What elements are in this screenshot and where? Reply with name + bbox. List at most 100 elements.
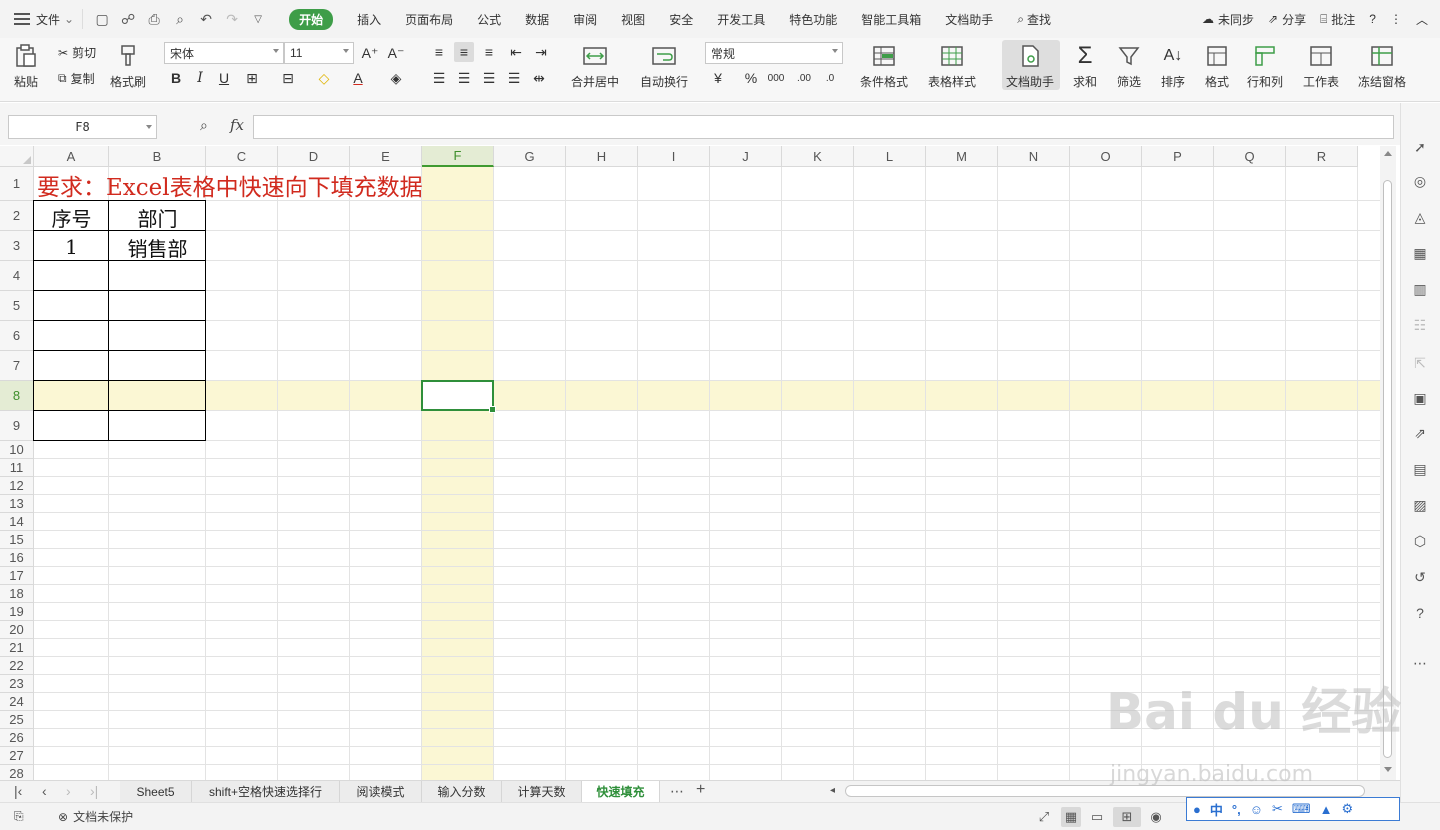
sum-button[interactable]: Σ 求和 — [1071, 42, 1099, 90]
hscroll-left-icon[interactable]: ◂ — [830, 785, 835, 796]
row-header-10[interactable]: 10 — [0, 441, 34, 459]
row-header-5[interactable]: 5 — [0, 291, 34, 321]
ime-mode[interactable]: 中 — [1210, 800, 1223, 819]
table-style-button[interactable]: 表格样式 — [928, 42, 976, 90]
column-header-q[interactable]: Q — [1214, 146, 1286, 167]
collapse-ribbon-icon[interactable]: ︿ — [1416, 11, 1428, 28]
column-header-n[interactable]: N — [998, 146, 1070, 167]
sheet-tab-fraction[interactable]: 输入分数 — [422, 781, 502, 802]
sheet-tab-shift-space[interactable]: shift+空格快速选择行 — [192, 781, 340, 802]
column-header-f[interactable]: F — [422, 146, 494, 167]
cell-b2-dept-header[interactable]: 部门 — [109, 202, 206, 232]
copy-button[interactable]: ⧉ 复制 — [58, 70, 95, 87]
save-icon[interactable]: ▢ — [93, 10, 111, 28]
name-box[interactable]: F8 — [8, 115, 157, 139]
image-icon[interactable]: ▨ — [1410, 495, 1430, 515]
select-all-corner[interactable] — [0, 146, 34, 167]
number-format-select[interactable]: 常规 — [705, 42, 843, 64]
column-header-i[interactable]: I — [638, 146, 710, 167]
row-header-18[interactable]: 18 — [0, 585, 34, 603]
worksheet-button[interactable]: 工作表 — [1303, 42, 1339, 90]
sheet-status-icon[interactable]: ⎘ — [14, 809, 24, 824]
undo-icon[interactable]: ↶ — [197, 10, 215, 28]
sheet-tab-quick-fill[interactable]: 快速填充 — [582, 781, 660, 802]
row-header-12[interactable]: 12 — [0, 477, 34, 495]
ime-punct-icon[interactable]: °, — [1232, 802, 1241, 817]
row-header-4[interactable]: 4 — [0, 261, 34, 291]
wrap-text-button[interactable]: 自动换行 — [640, 42, 688, 90]
column-header-h[interactable]: H — [566, 146, 638, 167]
row-header-19[interactable]: 19 — [0, 603, 34, 621]
cell-b3-dept[interactable]: 销售部 — [109, 232, 206, 262]
add-sheet-icon[interactable]: + — [696, 781, 705, 799]
increase-indent-icon[interactable]: ⇥ — [531, 42, 551, 62]
row-header-16[interactable]: 16 — [0, 549, 34, 567]
apps-icon[interactable]: ▦ — [1410, 243, 1430, 263]
row-header-11[interactable]: 11 — [0, 459, 34, 477]
column-header-b[interactable]: B — [109, 146, 206, 167]
column-header-k[interactable]: K — [782, 146, 854, 167]
bold-icon[interactable]: B — [166, 68, 186, 88]
scroll-up-icon[interactable] — [1384, 151, 1392, 156]
thousands-icon[interactable]: 000 — [766, 68, 786, 88]
more-sheets-icon[interactable]: ⋯ — [670, 783, 684, 800]
shapes-icon[interactable]: ◎ — [1410, 171, 1430, 191]
row-header-8[interactable]: 8 — [0, 381, 34, 411]
prev-sheet-icon[interactable]: ‹ — [42, 783, 47, 799]
fill-color-icon[interactable]: ◇ — [314, 68, 334, 88]
format-painter-button[interactable]: 格式刷 — [110, 42, 146, 90]
sheet-tab-days[interactable]: 计算天数 — [502, 781, 582, 802]
ime-user-icon[interactable]: ● — [1193, 802, 1201, 817]
filter-button[interactable]: 筛选 — [1115, 42, 1143, 90]
more-dots-icon[interactable]: ⋯ — [1410, 653, 1430, 673]
row-header-22[interactable]: 22 — [0, 657, 34, 675]
ime-keyboard-icon[interactable]: ⌨ — [1292, 801, 1311, 817]
tab-home[interactable]: 开始 — [277, 0, 345, 38]
column-header-j[interactable]: J — [710, 146, 782, 167]
pointer-icon[interactable]: ➚ — [1410, 137, 1430, 157]
increase-font-icon[interactable]: A⁺ — [360, 43, 380, 63]
row-header-15[interactable]: 15 — [0, 531, 34, 549]
eye-protection-icon[interactable]: ◉ — [1146, 807, 1166, 827]
column-header-l[interactable]: L — [854, 146, 926, 167]
align-right-icon[interactable]: ☰ — [479, 68, 499, 88]
column-header-p[interactable]: P — [1142, 146, 1214, 167]
tab-view[interactable]: 视图 — [609, 0, 657, 38]
font-color-icon[interactable]: A — [348, 68, 368, 88]
row-col-button[interactable]: 行和列 — [1247, 42, 1283, 90]
settings-sliders-icon[interactable]: ☷ — [1410, 315, 1430, 335]
row-header-7[interactable]: 7 — [0, 351, 34, 381]
row-header-21[interactable]: 21 — [0, 639, 34, 657]
tab-insert[interactable]: 插入 — [345, 0, 393, 38]
currency-icon[interactable]: ¥ — [708, 68, 728, 88]
row-header-24[interactable]: 24 — [0, 693, 34, 711]
decrease-indent-icon[interactable]: ⇤ — [506, 42, 526, 62]
ime-settings-icon[interactable]: ⚙ — [1342, 801, 1354, 817]
sync-button[interactable]: ☁ 未同步 — [1202, 11, 1254, 28]
cell-a3-seq[interactable]: 1 — [34, 232, 109, 262]
zoom-formula-icon[interactable]: ⌕ — [200, 117, 208, 134]
column-header-d[interactable]: D — [278, 146, 350, 167]
last-sheet-icon[interactable]: ›| — [90, 783, 98, 799]
tab-security[interactable]: 安全 — [657, 0, 705, 38]
redo-icon[interactable]: ↷ — [223, 10, 241, 28]
column-header-g[interactable]: G — [494, 146, 566, 167]
row-header-20[interactable]: 20 — [0, 621, 34, 639]
column-header-e[interactable]: E — [350, 146, 422, 167]
page-layout-view-icon[interactable]: ⊞ — [1113, 807, 1141, 827]
align-left-icon[interactable]: ☰ — [429, 68, 449, 88]
sheet-tab-read-mode[interactable]: 阅读模式 — [340, 781, 422, 802]
column-header-m[interactable]: M — [926, 146, 998, 167]
paste-button[interactable]: 粘贴 — [12, 42, 40, 90]
ime-skin-icon[interactable]: ▲ — [1320, 802, 1333, 817]
history-icon[interactable]: ↺ — [1410, 567, 1430, 587]
align-center-icon[interactable]: ☰ — [454, 68, 474, 88]
conditional-format-button[interactable]: 条件格式 — [860, 42, 908, 90]
export-icon[interactable]: ⇱ — [1410, 353, 1430, 373]
percent-icon[interactable]: % — [741, 68, 761, 88]
style-icon[interactable]: ◬ — [1410, 207, 1430, 227]
protection-status[interactable]: ⊗ 文档未保护 — [58, 808, 133, 825]
column-header-a[interactable]: A — [34, 146, 109, 167]
column-header-r[interactable]: R — [1286, 146, 1358, 167]
next-sheet-icon[interactable]: › — [66, 783, 71, 799]
